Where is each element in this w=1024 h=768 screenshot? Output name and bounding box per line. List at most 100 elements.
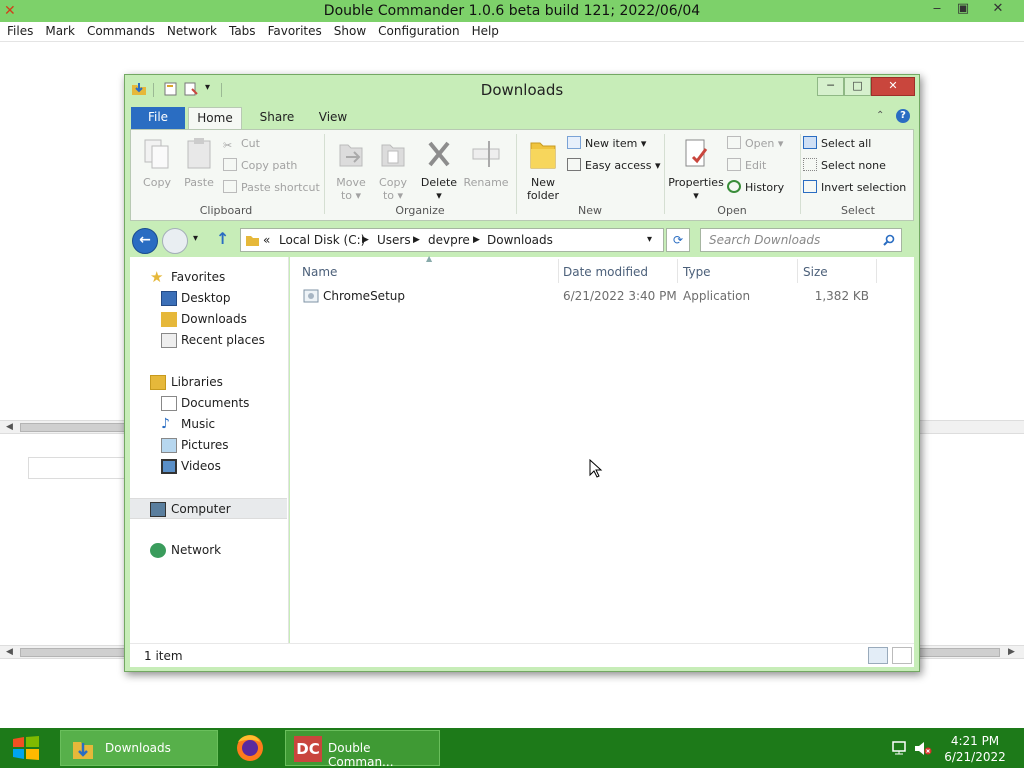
explorer-maximize-button[interactable]: □	[844, 77, 871, 96]
copy-to-button[interactable]: Copy to ▾	[373, 137, 413, 202]
breadcrumb-separator-icon[interactable]: ▶	[473, 235, 480, 245]
dc-restore-button[interactable]: ▣	[946, 0, 980, 19]
large-icons-view-icon[interactable]	[892, 647, 912, 664]
windows-start-icon[interactable]	[12, 736, 40, 760]
nav-recent-places[interactable]: Recent places	[130, 330, 287, 351]
paste-shortcut-button[interactable]: Paste shortcut	[223, 179, 320, 197]
column-header-name[interactable]: Name	[302, 265, 337, 279]
nav-downloads[interactable]: Downloads	[130, 309, 287, 330]
menu-files[interactable]: Files	[0, 22, 38, 38]
network-icon	[150, 543, 166, 558]
delete-button[interactable]: Delete ▾	[417, 137, 461, 202]
menu-mark[interactable]: Mark	[38, 22, 80, 38]
open-label: Open ▾	[745, 137, 784, 150]
collapse-ribbon-icon[interactable]: ⌃	[876, 110, 884, 121]
nav-computer[interactable]: Computer	[130, 498, 287, 519]
nav-documents[interactable]: Documents	[130, 393, 287, 414]
nav-desktop[interactable]: Desktop	[130, 288, 287, 309]
volume-muted-icon[interactable]	[914, 741, 932, 756]
properties-button[interactable]: Properties ▾	[667, 137, 725, 202]
nav-pictures[interactable]: Pictures	[130, 435, 287, 456]
nav-videos[interactable]: Videos	[130, 456, 287, 477]
address-overflow[interactable]: «	[263, 233, 270, 247]
nav-music[interactable]: ♪ Music	[130, 414, 287, 435]
breadcrumb-separator-icon[interactable]: ▶	[362, 235, 369, 245]
tab-home[interactable]: Home	[188, 107, 242, 129]
pictures-icon	[161, 438, 177, 453]
column-header-size[interactable]: Size	[803, 265, 828, 279]
open-group-label: Open	[717, 204, 747, 217]
firefox-icon	[237, 735, 263, 761]
menu-configuration[interactable]: Configuration	[371, 22, 464, 38]
paste-button[interactable]: Paste	[179, 137, 219, 189]
nav-network[interactable]: Network	[130, 540, 287, 561]
address-dropdown-icon[interactable]: ▾	[647, 234, 652, 245]
search-placeholder: Search Downloads	[709, 233, 821, 247]
network-tray-icon[interactable]	[892, 741, 908, 755]
taskbar-item-double-commander[interactable]: DC Double Comman...	[285, 730, 440, 768]
copy-path-button[interactable]: Copy path	[223, 157, 297, 175]
file-type: Application	[683, 289, 751, 303]
easy-access-button[interactable]: Easy access ▾	[567, 157, 661, 175]
system-clock[interactable]: 4:21 PM 6/21/2022	[940, 733, 1010, 765]
menu-help[interactable]: Help	[465, 22, 504, 38]
edit-button[interactable]: Edit	[727, 157, 766, 175]
select-none-button[interactable]: Select none	[803, 157, 886, 175]
search-icon[interactable]	[883, 234, 895, 246]
recent-locations-dropdown-icon[interactable]: ▾	[193, 233, 198, 244]
nav-favorites[interactable]: ★ Favorites	[130, 267, 287, 288]
column-header-type[interactable]: Type	[683, 265, 711, 279]
scrollbar-thumb[interactable]	[20, 423, 140, 432]
scroll-left-arrow-icon[interactable]: ◀	[6, 646, 13, 658]
breadcrumb-separator-icon[interactable]: ▶	[413, 235, 420, 245]
help-icon[interactable]: ?	[896, 109, 910, 123]
cut-button[interactable]: ✂ Cut	[223, 135, 260, 153]
move-to-button[interactable]: Move to ▾	[331, 137, 371, 202]
copy-button[interactable]: Copy	[137, 137, 177, 189]
copy-path-label: Copy path	[241, 159, 298, 172]
forward-arrow-icon[interactable]	[162, 228, 188, 254]
breadcrumb-users[interactable]: Users	[377, 233, 411, 247]
select-all-button[interactable]: Select all	[803, 135, 871, 153]
scroll-right-arrow-icon[interactable]: ▶	[1008, 646, 1015, 658]
up-arrow-icon[interactable]: ↑	[216, 229, 229, 248]
file-row[interactable]: ChromeSetup 6/21/2022 3:40 PM Applicatio…	[290, 285, 914, 307]
rename-button[interactable]: Rename	[463, 137, 509, 189]
column-header-date-modified[interactable]: Date modified	[563, 265, 648, 279]
tab-view[interactable]: View	[308, 107, 358, 129]
breadcrumb-downloads[interactable]: Downloads	[487, 233, 553, 247]
nav-desktop-label: Desktop	[181, 291, 231, 305]
taskbar-item-downloads[interactable]: Downloads	[60, 730, 218, 766]
refresh-icon[interactable]: ⟳	[666, 228, 690, 252]
invert-selection-button[interactable]: Invert selection	[803, 179, 906, 197]
new-item-button[interactable]: New item ▾	[567, 135, 646, 153]
menu-tabs[interactable]: Tabs	[222, 22, 261, 38]
computer-icon	[150, 502, 166, 517]
breadcrumb-local-disk[interactable]: Local Disk (C:)	[279, 233, 365, 247]
open-button[interactable]: Open ▾	[727, 135, 783, 153]
scroll-left-arrow-icon[interactable]: ◀	[6, 421, 13, 433]
menu-show[interactable]: Show	[327, 22, 371, 38]
back-arrow-icon[interactable]: ←	[132, 228, 158, 254]
nav-videos-label: Videos	[181, 459, 221, 473]
breadcrumb-devpre[interactable]: devpre	[428, 233, 470, 247]
tab-share[interactable]: Share	[252, 107, 302, 129]
paste-shortcut-icon	[223, 180, 237, 193]
search-input[interactable]: Search Downloads	[700, 228, 902, 252]
explorer-minimize-button[interactable]: ─	[817, 77, 844, 96]
menu-favorites[interactable]: Favorites	[261, 22, 327, 38]
explorer-close-button[interactable]: ✕	[871, 77, 915, 96]
new-folder-button[interactable]: New folder	[523, 137, 563, 202]
address-bar[interactable]: « Local Disk (C:) ▶ Users ▶ devpre ▶ Dow…	[240, 228, 664, 252]
nav-libraries[interactable]: Libraries	[130, 372, 287, 393]
scissors-icon: ✂	[223, 139, 233, 152]
menu-commands[interactable]: Commands	[80, 22, 160, 38]
menu-network[interactable]: Network	[160, 22, 222, 38]
taskbar-item-firefox[interactable]	[232, 732, 270, 764]
documents-icon	[161, 396, 177, 411]
dc-command-line[interactable]	[28, 457, 128, 479]
history-button[interactable]: History	[727, 179, 784, 197]
details-view-icon[interactable]	[868, 647, 888, 664]
dc-close-button[interactable]: ✕	[978, 0, 1018, 19]
tab-file[interactable]: File	[131, 107, 185, 129]
